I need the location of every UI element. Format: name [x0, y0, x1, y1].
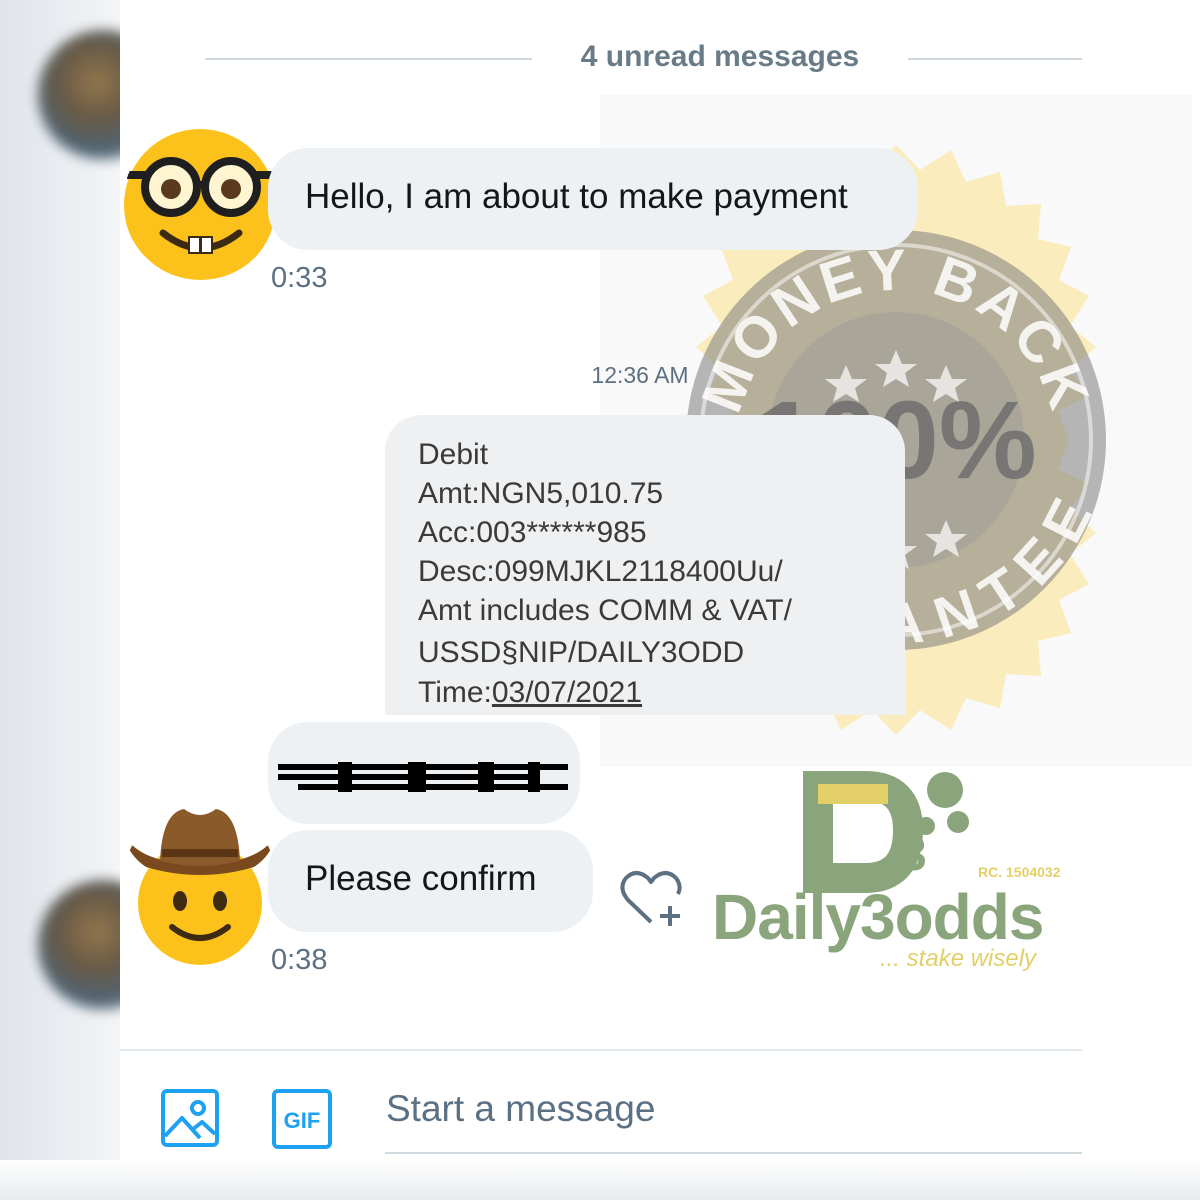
- sms-time-label: Time:: [418, 676, 492, 709]
- composer-top-border: [120, 1049, 1082, 1051]
- sms-line-time: Time:03/07/2021: [418, 676, 642, 710]
- message-time-2: 0:38: [271, 944, 328, 976]
- logo-brand-name: Daily3odds: [712, 881, 1044, 953]
- logo-superscript: 3: [900, 828, 927, 881]
- left-blurred-edge: [0, 0, 120, 1200]
- sms-line-amount: Amt:NGN5,010.75: [418, 477, 664, 510]
- scrambled-text-redaction: [278, 762, 568, 792]
- gif-label: GIF: [284, 1108, 321, 1133]
- sms-time-date: 03/07/2021: [491, 676, 643, 709]
- unread-divider-left: [205, 58, 532, 60]
- bottom-edge: [0, 1160, 1200, 1200]
- conversation-timestamp: 12:36 AM: [591, 362, 689, 388]
- logo-registration-number: RC. 1504032: [978, 864, 1061, 880]
- sms-line-channel: USSD§NIP/DAILY3ODD: [418, 636, 745, 669]
- image-icon[interactable]: [160, 1088, 222, 1150]
- sms-line-charges: Amt includes COMM & VAT/: [418, 594, 792, 627]
- nerd-face-emoji-icon: [124, 129, 276, 280]
- unread-messages-label: 4 unread messages: [580, 40, 860, 73]
- logo-tagline: ... stake wisely: [880, 945, 1037, 972]
- unread-divider-right: [908, 58, 1082, 60]
- sms-line-debit: Debit: [418, 438, 489, 471]
- sms-line-description: Desc:099MJKL2118400Uu/: [418, 555, 783, 588]
- message-input-underline: [385, 1152, 1082, 1154]
- message-input[interactable]: Start a message: [386, 1088, 655, 1130]
- gif-icon[interactable]: GIF: [271, 1088, 333, 1150]
- message-text-2: Please confirm: [305, 859, 537, 898]
- sms-line-account: Acc:003******985: [418, 516, 647, 549]
- message-text-1: Hello, I am about to make payment: [305, 177, 848, 216]
- message-time-1: 0:33: [271, 262, 328, 294]
- heart-plus-reaction-icon[interactable]: [618, 868, 688, 930]
- cowboy-face-emoji-icon: [124, 809, 276, 965]
